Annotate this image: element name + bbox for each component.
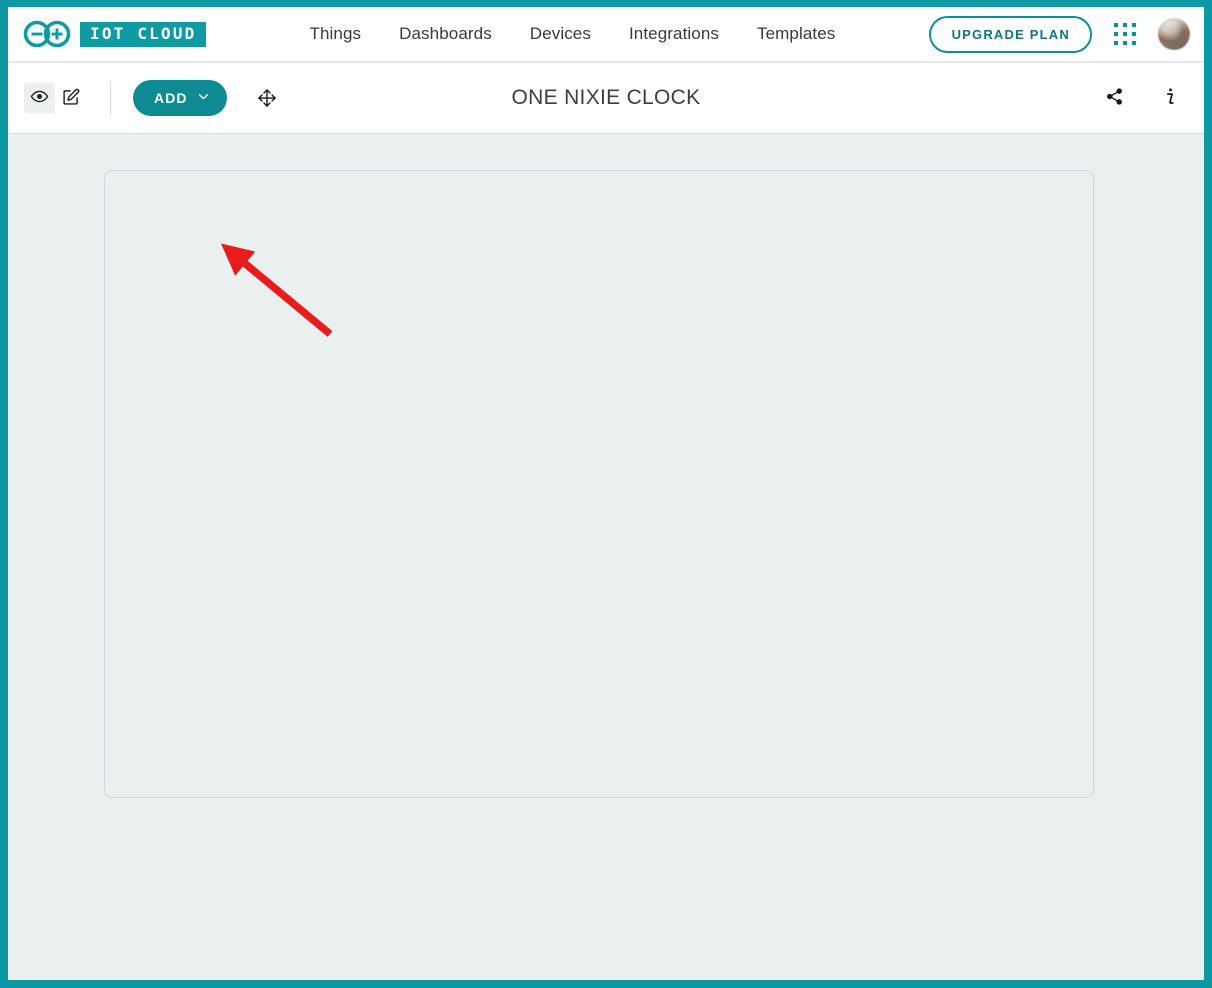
view-mode-button[interactable] bbox=[24, 83, 55, 113]
share-button[interactable] bbox=[1105, 87, 1124, 109]
grid-dot bbox=[1132, 32, 1136, 36]
grid-dot bbox=[1114, 41, 1118, 45]
add-button[interactable]: ADD bbox=[133, 80, 227, 116]
toolbar-right-actions bbox=[1105, 86, 1190, 111]
grid-dot bbox=[1123, 23, 1127, 27]
grid-dot bbox=[1114, 32, 1118, 36]
nav-item-devices[interactable]: Devices bbox=[530, 24, 591, 44]
add-button-label: ADD bbox=[154, 90, 188, 106]
header-actions: UPGRADE PLAN bbox=[928, 15, 1196, 53]
nav-item-things[interactable]: Things bbox=[310, 24, 362, 44]
empty-widget-canvas[interactable] bbox=[104, 170, 1094, 798]
grid-dot bbox=[1123, 32, 1127, 36]
share-icon bbox=[1105, 87, 1124, 109]
grid-dot bbox=[1132, 23, 1136, 27]
info-button[interactable] bbox=[1160, 86, 1180, 111]
brand-logo-link[interactable]: IOT CLOUD bbox=[22, 19, 206, 49]
eye-icon bbox=[30, 87, 49, 109]
arduino-infinity-logo-icon bbox=[22, 19, 72, 49]
view-edit-mode-toggle bbox=[24, 83, 86, 113]
nav-item-templates[interactable]: Templates bbox=[757, 24, 835, 44]
app-window-frame: IOT CLOUD Things Dashboards Devices Inte… bbox=[0, 0, 1212, 988]
apps-grid-icon[interactable] bbox=[1114, 23, 1136, 45]
nav-item-dashboards[interactable]: Dashboards bbox=[399, 24, 492, 44]
edit-pencil-square-icon bbox=[62, 88, 80, 109]
app-content: IOT CLOUD Things Dashboards Devices Inte… bbox=[8, 7, 1204, 980]
grid-dot bbox=[1123, 41, 1127, 45]
info-icon bbox=[1160, 86, 1180, 111]
move-arrows-icon[interactable] bbox=[256, 87, 278, 109]
brand-badge-label: IOT CLOUD bbox=[80, 21, 206, 47]
main-navigation: Things Dashboards Devices Integrations T… bbox=[310, 24, 836, 44]
avatar[interactable] bbox=[1158, 18, 1190, 50]
chevron-down-icon bbox=[197, 90, 210, 106]
nav-item-integrations[interactable]: Integrations bbox=[629, 24, 719, 44]
top-header-bar: IOT CLOUD Things Dashboards Devices Inte… bbox=[8, 7, 1204, 63]
dashboard-toolbar: ADD ONE NIXIE CLOCK bbox=[8, 63, 1204, 134]
edit-mode-button[interactable] bbox=[55, 83, 86, 113]
dashboard-canvas-area[interactable] bbox=[8, 134, 1204, 980]
grid-dot bbox=[1132, 41, 1136, 45]
toolbar-divider bbox=[110, 81, 111, 115]
grid-dot bbox=[1114, 23, 1118, 27]
upgrade-plan-button[interactable]: UPGRADE PLAN bbox=[928, 15, 1092, 53]
